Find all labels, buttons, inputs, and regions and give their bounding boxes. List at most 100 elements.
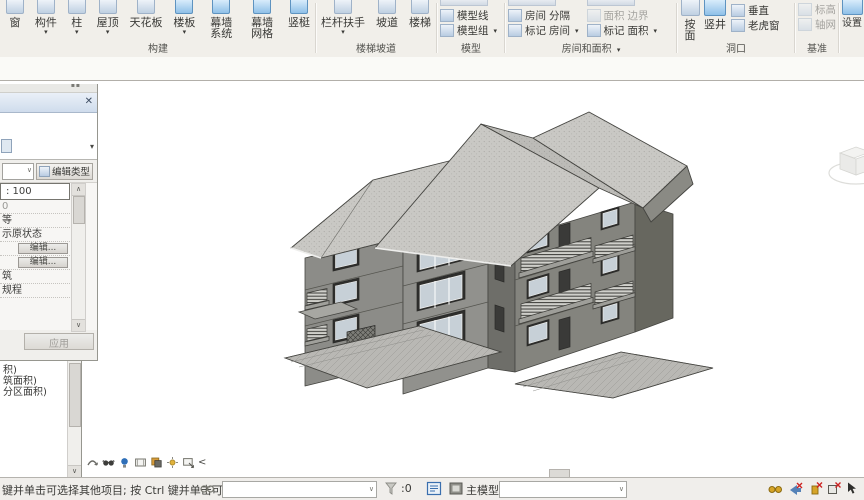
dormer-opening-icon	[731, 19, 745, 32]
palette-scrollbar[interactable]: ∧ ∨	[71, 183, 86, 332]
tag-area-label: 面积	[627, 25, 649, 37]
room-label: 房间	[525, 10, 546, 22]
workset-dropdown[interactable]: ∨	[222, 481, 377, 498]
stair-label: 楼梯	[409, 16, 431, 29]
component-button[interactable]: 构件 ▾	[35, 0, 57, 36]
set-workplane-button[interactable]: 设置	[841, 0, 864, 29]
3d-model-house[interactable]	[283, 100, 760, 400]
ribbon-group-circulation: 栏杆扶手 ▾ 坡道 楼梯 楼梯坡道	[317, 0, 435, 56]
sun-path-icon[interactable]	[166, 456, 179, 469]
edit-button[interactable]: 编辑...	[18, 243, 68, 254]
group-label-opening: 洞口	[726, 44, 746, 55]
grid-icon	[798, 18, 812, 31]
opening-by-face-button[interactable]: 按 面	[680, 0, 700, 42]
select-cursor-icon[interactable]	[844, 481, 860, 496]
room-separator-label[interactable]: 分隔	[549, 8, 570, 23]
area-icon	[586, 9, 601, 22]
column-button[interactable]: 柱 ▾	[67, 0, 86, 36]
chevron-down-icon: ▾	[493, 26, 498, 35]
active-option-icon[interactable]	[448, 481, 464, 496]
tag-room-button[interactable]: 标记 房间 ▾	[508, 23, 579, 38]
tag-area-button[interactable]: 标记 面积 ▾	[586, 23, 658, 38]
curtain-system-icon	[212, 0, 231, 14]
floor-button[interactable]: 楼板 ▾	[173, 0, 195, 36]
shadows-icon[interactable]	[150, 456, 163, 469]
temporary-hide-isolate-icon[interactable]	[102, 456, 115, 469]
room-icon	[508, 9, 522, 22]
ramp-button[interactable]: 坡道	[376, 0, 398, 28]
properties-filter-combobox[interactable]: ∨	[2, 162, 34, 180]
dormer-opening-button[interactable]: 老虎窗	[731, 18, 780, 33]
crop-region-icon[interactable]	[182, 456, 195, 469]
view-scale-value[interactable]: : 100	[0, 183, 70, 200]
shaft-opening-button[interactable]: 竖井	[704, 0, 726, 30]
floor-icon	[175, 0, 194, 14]
railing-button[interactable]: 栏杆扶手 ▾	[321, 0, 365, 36]
model-group-button[interactable]: 模型组 ▾	[440, 23, 504, 38]
drawing-area[interactable]: <	[0, 81, 864, 477]
property-value[interactable]: 规程	[0, 284, 70, 298]
stair-icon	[411, 0, 429, 14]
grid-label: 轴网	[815, 19, 836, 31]
window-button[interactable]: 窗	[6, 0, 24, 28]
design-option-dropdown[interactable]: ∨	[499, 481, 627, 498]
opening-by-face-label: 按 面	[684, 18, 696, 42]
property-value[interactable]: 0	[0, 200, 70, 214]
property-row: 编辑...	[0, 256, 70, 270]
mullion-button[interactable]: 竖梃	[288, 0, 310, 28]
scroll-up-icon[interactable]: ∧	[72, 184, 85, 196]
crop-view-icon[interactable]	[134, 456, 147, 469]
roof-button[interactable]: 屋顶 ▾	[97, 0, 119, 36]
component-icon	[36, 0, 55, 14]
chevron-down-icon: ▾	[616, 46, 621, 54]
browser-scrollbar[interactable]: ∨	[67, 361, 81, 477]
type-selector[interactable]: ▾	[0, 113, 97, 160]
exclude-options-icon[interactable]	[788, 481, 804, 496]
collapse-viewbar-icon[interactable]: <	[198, 456, 206, 469]
edit-type-button[interactable]: 编辑类型	[36, 162, 94, 180]
area-boundary-button: 面积 边界	[586, 8, 658, 23]
worksets-icon[interactable]	[199, 481, 215, 496]
chevron-down-icon: ▾	[653, 26, 658, 35]
shaft-opening-icon	[704, 0, 726, 16]
editable-only-icon[interactable]	[767, 481, 783, 496]
scroll-down-icon[interactable]: ∨	[68, 465, 81, 477]
property-value[interactable]: 等	[0, 214, 70, 228]
type-thumbnail	[1, 139, 12, 153]
apply-button[interactable]: 应用	[24, 333, 94, 350]
stair-button[interactable]: 楼梯	[409, 0, 431, 28]
exclude-pinned-icon[interactable]	[808, 481, 824, 496]
curtain-grid-button[interactable]: 幕墙 网格	[247, 0, 277, 39]
scrollbar-thumb[interactable]	[73, 196, 85, 224]
group-label-room-area[interactable]: 房间和面积 ▾	[506, 40, 676, 55]
room-button[interactable]: 房间 分隔	[508, 8, 579, 23]
opening-by-face-icon	[680, 0, 700, 16]
design-options-icon[interactable]	[426, 481, 442, 496]
curtain-system-button[interactable]: 幕墙 系统	[206, 0, 236, 39]
horizontal-scrollbar-thumb[interactable]	[549, 469, 570, 477]
scrollbar-thumb[interactable]	[69, 363, 81, 427]
set-workplane-icon	[842, 0, 863, 15]
viewcube[interactable]	[826, 139, 864, 197]
properties-grid: : 100 0 等 示原状态 编辑... 编辑... 筑 规程 ∧ ∨	[0, 182, 97, 332]
unlock-view-icon[interactable]	[86, 456, 99, 469]
edit-button[interactable]: 编辑...	[18, 257, 68, 268]
property-value[interactable]: 示原状态	[0, 228, 70, 242]
vertical-opening-button[interactable]: 垂直	[731, 3, 780, 18]
model-line-button[interactable]: 模型线	[440, 8, 504, 23]
close-icon[interactable]: ✕	[85, 96, 93, 107]
chevron-down-icon[interactable]: ▾	[90, 142, 94, 151]
railing-icon	[334, 0, 352, 14]
railing-label: 栏杆扶手	[321, 16, 365, 29]
exclude-links-icon[interactable]	[826, 481, 842, 496]
property-value[interactable]: 筑	[0, 270, 70, 284]
palette-drag-strip[interactable]: ▪▪	[0, 82, 97, 93]
active-design-option-label: 主模型	[466, 484, 499, 497]
grid-button: 轴网	[798, 17, 838, 32]
chevron-icon: ∨	[618, 485, 624, 493]
roof-label: 屋顶	[96, 16, 119, 29]
filter-icon[interactable]	[383, 481, 399, 496]
ceiling-button[interactable]: 天花板	[130, 0, 163, 28]
palette-titlebar[interactable]: ✕	[0, 93, 97, 113]
reveal-hidden-elements-icon[interactable]	[118, 456, 131, 469]
